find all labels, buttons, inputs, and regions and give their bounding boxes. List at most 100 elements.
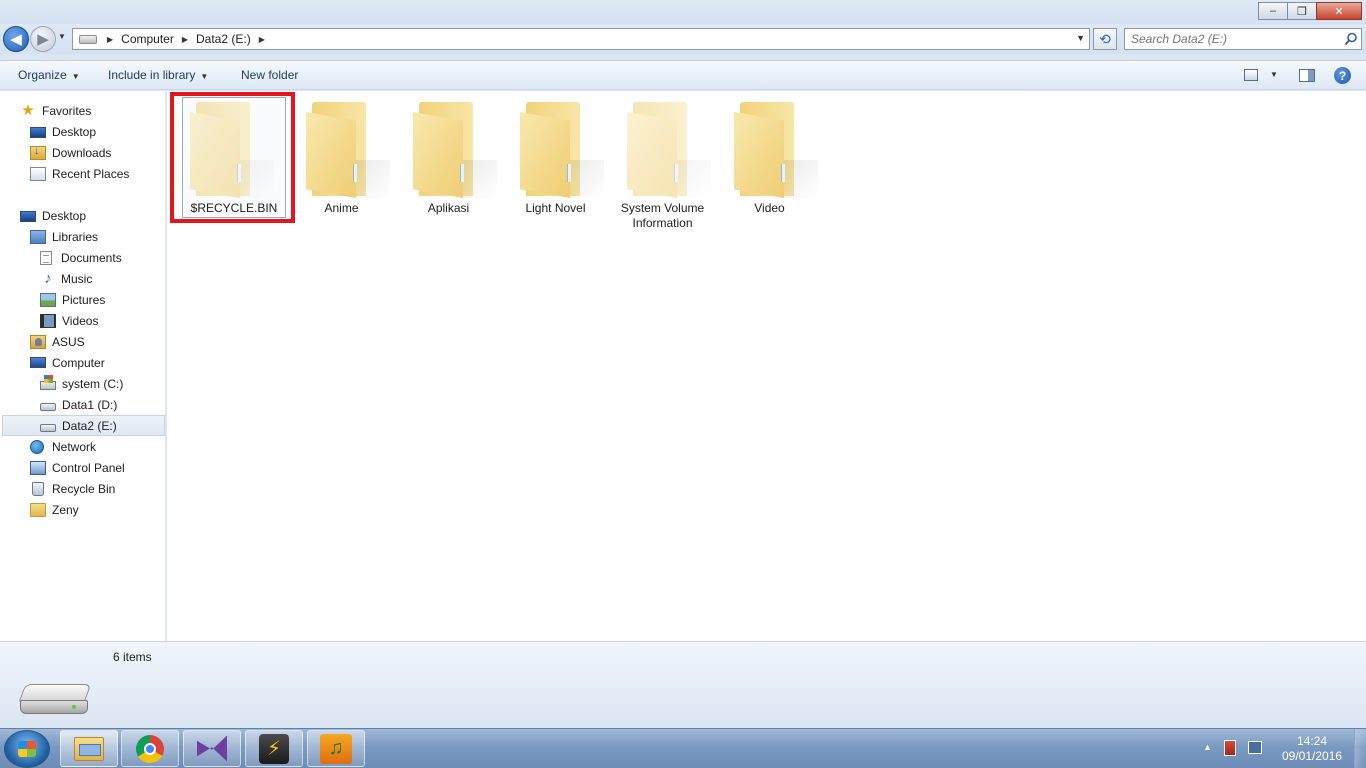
network-icon [30, 439, 44, 454]
title-bar: – ❐ ✕ [0, 0, 1366, 24]
sidebar-item-music[interactable]: ♪ Music [0, 268, 166, 289]
search-icon[interactable] [1344, 32, 1358, 46]
folder-name: System Volume Information [620, 201, 705, 230]
sidebar-item-desktop-root[interactable]: Desktop [0, 205, 166, 226]
sidebar-item-data2-e[interactable]: Data2 (E:) [2, 415, 165, 436]
clock-date: 09/01/2016 [1281, 749, 1343, 763]
sidebar-item-network[interactable]: Network [0, 436, 166, 457]
sidebar-item-pictures[interactable]: Pictures [0, 289, 166, 310]
folder-name: Video [754, 201, 785, 215]
breadcrumb-chevron-icon[interactable]: ▶ [255, 35, 269, 44]
sidebar-item-system-c[interactable]: system (C:) [0, 373, 166, 394]
breadcrumb-chevron-icon[interactable]: ▶ [103, 35, 117, 44]
sidebar-item-recent-places[interactable]: Recent Places [0, 163, 166, 184]
star-icon: ★ [21, 101, 35, 119]
sidebar-item-label: Desktop [52, 124, 97, 139]
include-in-library-button[interactable]: Include in library ▼ [108, 68, 208, 82]
file-explorer-icon [74, 736, 104, 761]
folder-item-video[interactable]: Video [716, 97, 823, 219]
sidebar-item-label: Recycle Bin [52, 481, 116, 496]
network-tray-icon[interactable] [1248, 741, 1262, 754]
documents-icon [40, 250, 52, 265]
sidebar-item-zeny[interactable]: Zeny [0, 499, 166, 520]
folder-name: Aplikasi [427, 201, 470, 215]
chevron-down-icon: ▼ [71, 72, 80, 81]
breadcrumb-chevron-icon[interactable]: ▶ [178, 35, 192, 44]
action-center-flag-icon[interactable] [1224, 740, 1236, 756]
change-view-icon[interactable] [1244, 69, 1258, 81]
search-input[interactable] [1124, 28, 1362, 50]
drive-icon [79, 34, 97, 44]
libraries-icon [30, 229, 46, 244]
navigation-row: ◀ ▶ ▼ ▶ Computer ▶ Data2 (E:) ▶ ▼ ⟲ [0, 24, 1366, 54]
show-hidden-icons-chevron-icon[interactable]: ▲ [1203, 742, 1212, 752]
taskbar-explorer[interactable] [60, 730, 118, 767]
command-bar: Organize ▼ Include in library ▼ New folder… [0, 60, 1366, 90]
taskbar-music-player[interactable]: ♫ [307, 730, 365, 767]
system-clock[interactable]: 14:24 09/01/2016 [1272, 734, 1352, 764]
forward-button[interactable]: ▶ [30, 26, 56, 52]
sidebar-item-control-panel[interactable]: Control Panel [0, 457, 166, 478]
sidebar-item-videos[interactable]: Videos [0, 310, 166, 331]
folder-item-light-novel[interactable]: Light Novel [502, 97, 609, 219]
system-drive-icon [40, 375, 56, 390]
sidebar-item-desktop[interactable]: Desktop [0, 121, 166, 142]
control-panel-icon [30, 460, 46, 475]
sidebar-item-label: system (C:) [62, 376, 124, 391]
folder-name: Light Novel [525, 201, 586, 215]
sidebar-item-favorites[interactable]: ★ Favorites [0, 100, 166, 121]
recent-pages-dropdown-icon[interactable]: ▼ [58, 32, 66, 41]
taskbar-chrome[interactable] [121, 730, 179, 767]
highlight-annotation-box [170, 92, 295, 223]
organize-button[interactable]: Organize ▼ [18, 68, 80, 82]
recycle-bin-icon [32, 481, 44, 496]
breadcrumb-computer[interactable]: Computer [117, 32, 178, 46]
preview-pane-icon[interactable] [1299, 69, 1315, 82]
address-dropdown-icon[interactable]: ▼ [1076, 33, 1085, 43]
sidebar-item-asus[interactable]: ASUS [0, 331, 166, 352]
sidebar-item-computer[interactable]: Computer [0, 352, 166, 373]
sidebar-item-label: Desktop [42, 208, 87, 223]
taskbar: ⚡ ♫ ▲ 14:24 09/01/2016 [0, 728, 1366, 768]
help-icon[interactable]: ? [1334, 67, 1351, 84]
sidebar-item-documents[interactable]: Documents [0, 247, 166, 268]
videos-icon [40, 313, 56, 328]
view-options-dropdown-icon[interactable]: ▼ [1270, 70, 1278, 79]
visual-studio-icon [197, 735, 227, 762]
music-icon: ♪ [44, 269, 52, 287]
sidebar-item-label: Recent Places [52, 166, 130, 181]
sidebar-item-label: Zeny [52, 502, 79, 517]
sidebar-item-label: Documents [61, 250, 122, 265]
start-button[interactable] [4, 730, 50, 768]
folder-item-anime[interactable]: Anime [288, 97, 395, 219]
computer-icon [30, 357, 46, 368]
sidebar-item-label: Music [61, 271, 93, 286]
sidebar-item-label: ASUS [52, 334, 85, 349]
folder-icon [413, 102, 497, 198]
new-folder-button[interactable]: New folder [241, 68, 298, 82]
maximize-button[interactable]: ❐ [1287, 2, 1317, 20]
close-button[interactable]: ✕ [1316, 2, 1362, 20]
drive-icon [40, 402, 56, 411]
taskbar-winamp[interactable]: ⚡ [245, 730, 303, 767]
sidebar-item-data1-d[interactable]: Data1 (D:) [0, 394, 166, 415]
breadcrumb-data2[interactable]: Data2 (E:) [192, 32, 255, 46]
address-bar[interactable]: ▶ Computer ▶ Data2 (E:) ▶ ▼ [72, 28, 1090, 50]
refresh-button[interactable]: ⟲ [1093, 28, 1117, 50]
sidebar-item-libraries[interactable]: Libraries [0, 226, 166, 247]
folder-icon [520, 102, 604, 198]
folder-item-aplikasi[interactable]: Aplikasi [395, 97, 502, 219]
folder-icon [30, 502, 46, 517]
back-button[interactable]: ◀ [3, 26, 29, 52]
minimize-button[interactable]: – [1258, 2, 1288, 20]
sidebar-item-recycle-bin[interactable]: Recycle Bin [0, 478, 166, 499]
folder-icon [306, 102, 390, 198]
folder-item-system-volume-information[interactable]: System Volume Information [609, 97, 716, 230]
sidebar-item-downloads[interactable]: Downloads [0, 142, 166, 163]
file-list: $RECYCLE.BIN Anime Aplikasi Light Novel … [167, 91, 1366, 641]
folder-icon [627, 102, 711, 198]
show-desktop-button[interactable] [1354, 729, 1366, 768]
taskbar-visual-studio[interactable] [183, 730, 241, 767]
folder-name: Anime [324, 201, 359, 215]
clock-time: 14:24 [1296, 734, 1328, 748]
